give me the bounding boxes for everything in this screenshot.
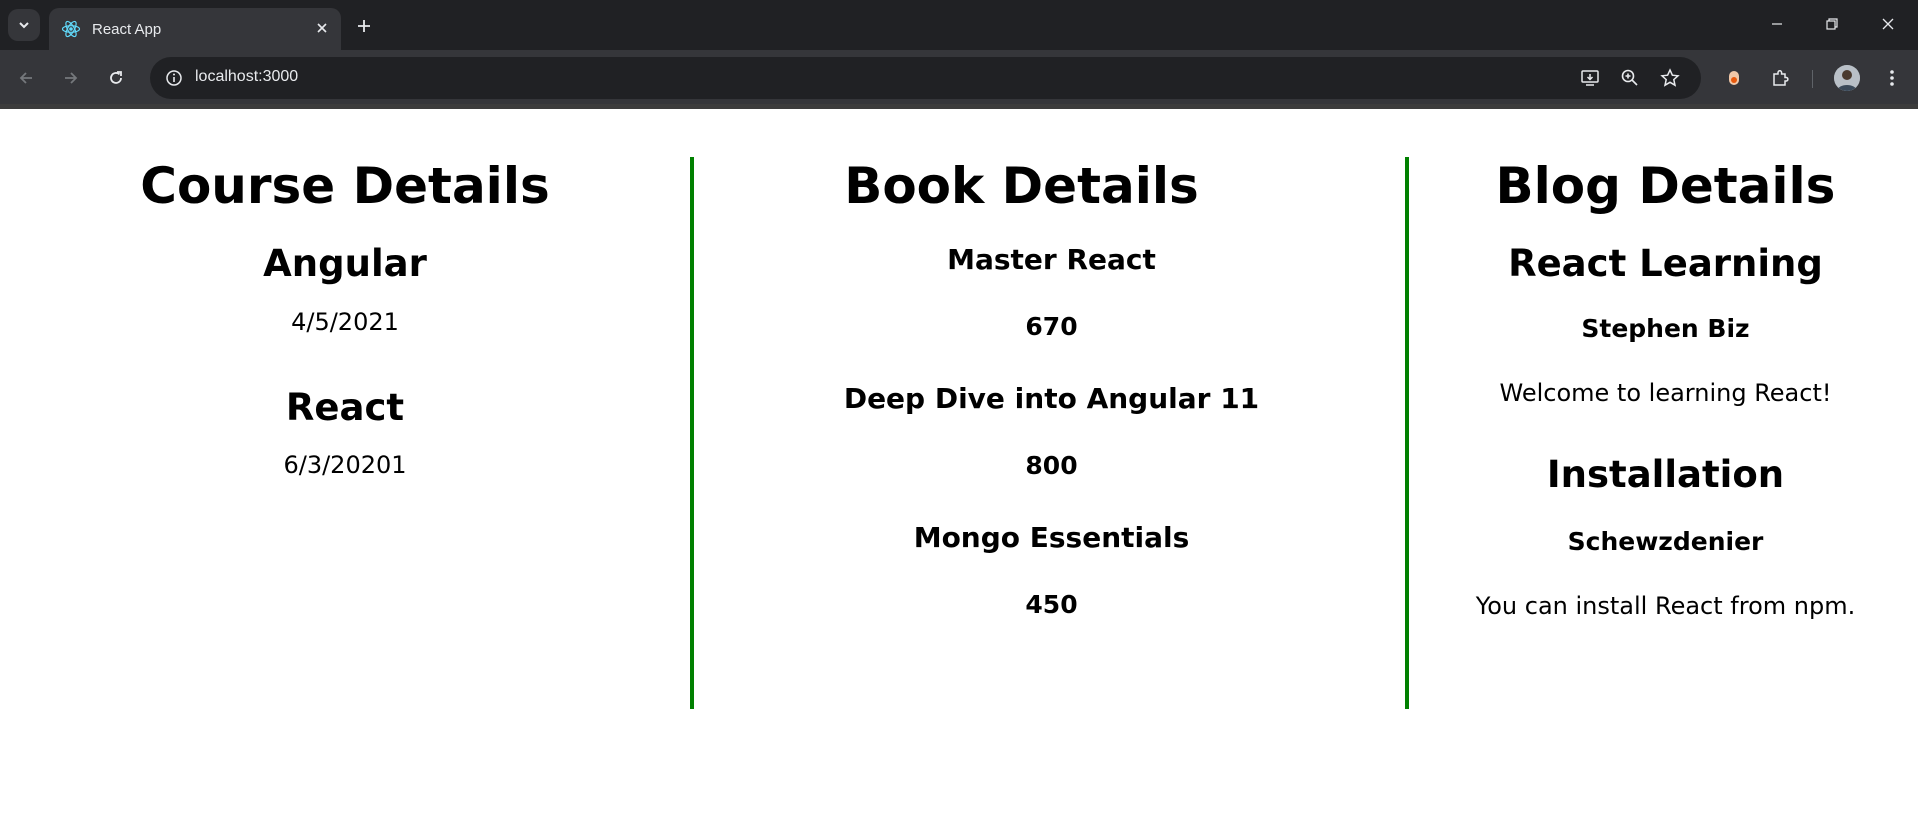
chevron-down-icon [19,22,29,29]
blog-title: React Learning [1508,242,1823,285]
bookmark-button[interactable] [1656,64,1684,92]
url-text[interactable]: localhost:3000 [195,68,298,86]
minimize-button[interactable] [1755,8,1799,40]
book-details-heading: Book Details [844,157,1199,215]
zoom-button[interactable] [1616,64,1644,92]
browser-menu-button[interactable] [1876,62,1908,94]
book-name: Deep Dive into Angular 11 [843,382,1260,415]
install-app-button[interactable] [1576,64,1604,92]
profile-avatar[interactable] [1834,65,1860,91]
course-date: 4/5/2021 [291,308,399,336]
book-details-section: Book Details Master React 670 Deep Dive … [690,157,1409,709]
forward-button[interactable] [55,62,87,94]
window-close-button[interactable] [1866,8,1910,40]
star-icon [1660,68,1680,87]
blog-details-section: Blog Details React Learning Stephen Biz … [1405,157,1918,709]
new-tab-button[interactable] [350,12,378,40]
blog-content: You can install React from npm. [1475,592,1856,620]
zoom-icon [1621,69,1638,86]
extension-badge-icon [1729,71,1739,85]
course-date: 6/3/20201 [283,451,407,479]
close-icon [317,23,327,33]
blog-author: Schewzdenier [1567,527,1764,556]
browser-tabstrip: React App [0,0,1918,50]
tab-title: React App [92,20,162,38]
install-icon [1581,70,1599,86]
blog-details-heading: Blog Details [1495,157,1836,215]
course-name: Angular [263,242,427,285]
page-content: Course Details Angular 4/5/2021 React 6/… [0,109,1918,831]
info-icon [166,70,182,86]
extensions-menu-button[interactable] [1764,62,1796,94]
reload-icon [110,71,122,84]
book-price: 670 [1025,312,1078,341]
restore-button[interactable] [1810,8,1854,40]
book-name: Master React [947,243,1156,276]
toolbar-separator [1812,70,1813,88]
react-logo-icon [61,20,81,38]
puzzle-icon [1773,69,1789,86]
tab-search-button[interactable] [8,9,40,41]
avatar-icon [1834,65,1860,91]
restore-icon [1826,18,1838,30]
browser-tab[interactable]: React App [49,8,341,50]
blog-content: Welcome to learning React! [1499,379,1832,407]
course-details-section: Course Details Angular 4/5/2021 React 6/… [0,157,690,709]
browser-toolbar: localhost:3000 [0,50,1918,108]
back-button[interactable] [10,62,42,94]
course-name: React [285,386,405,429]
close-icon [1882,18,1894,30]
more-vert-icon [1890,70,1894,86]
book-price: 800 [1025,451,1078,480]
site-info-button[interactable] [160,64,188,92]
reload-button[interactable] [100,62,132,94]
course-details-heading: Course Details [140,157,550,215]
minimize-icon [1772,23,1782,25]
plus-icon [358,20,370,32]
address-bar[interactable]: localhost:3000 [150,57,1701,99]
arrow-right-icon [65,72,78,84]
arrow-left-icon [19,72,32,84]
blog-title: Installation [1546,453,1785,496]
book-name: Mongo Essentials [913,521,1190,554]
extension-button[interactable] [1718,62,1750,94]
book-price: 450 [1025,590,1078,619]
tab-close-button[interactable] [311,17,333,39]
blog-author: Stephen Biz [1581,314,1750,343]
